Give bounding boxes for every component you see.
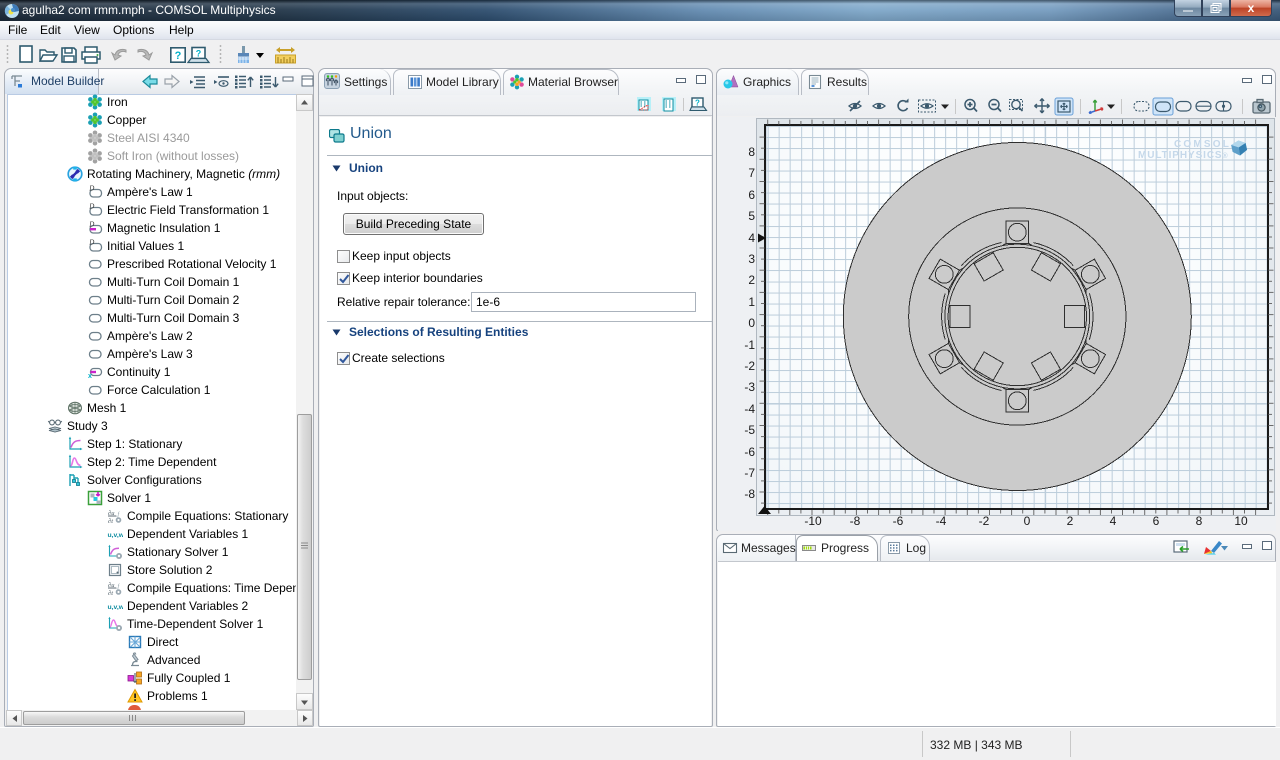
svg-text:?: ? [695, 99, 700, 108]
svg-text:?: ? [175, 50, 182, 62]
svg-text:?: ? [196, 49, 202, 59]
